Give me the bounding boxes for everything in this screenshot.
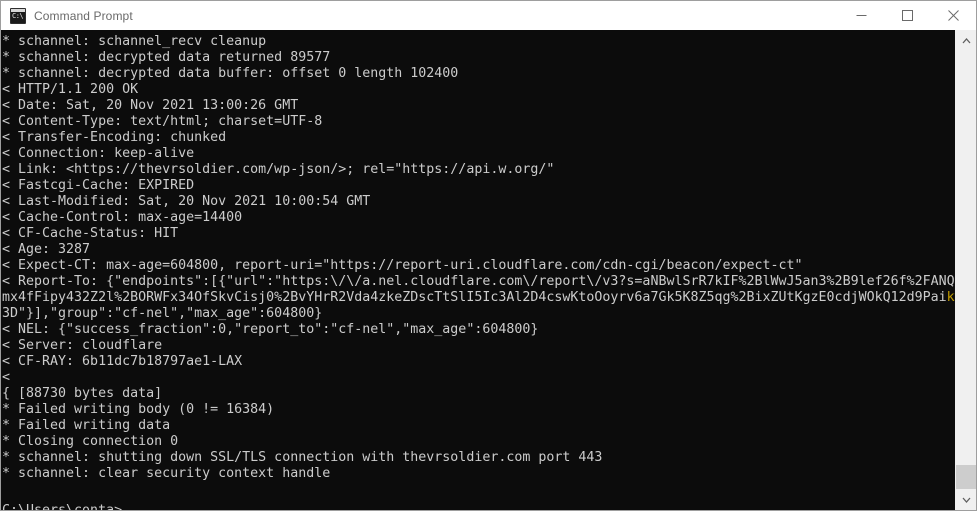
console-output[interactable]: * schannel: schannel_recv cleanup * schan… <box>1 30 955 510</box>
command-prompt-window: C:\ Command Prompt * schannel: schannel_… <box>0 0 977 511</box>
console-line: { [88730 bytes data] <box>2 386 163 401</box>
window-controls <box>838 1 976 30</box>
window-title: Command Prompt <box>34 8 133 23</box>
console-line: < Expect-CT: max-age=604800, report-uri=… <box>2 258 803 273</box>
console-line: < Last-Modified: Sat, 20 Nov 2021 10:00:… <box>2 194 371 209</box>
scrollbar-down-button[interactable] <box>956 489 976 510</box>
console-line: < <box>2 370 11 385</box>
scrollbar-up-button[interactable] <box>956 30 976 51</box>
console-line: * schannel: decrypted data buffer: offse… <box>2 66 459 81</box>
console-line: < Content-Type: text/html; charset=UTF-8 <box>2 114 323 129</box>
console-line: < Date: Sat, 20 Nov 2021 13:00:26 GMT <box>2 98 299 113</box>
console-line: * schannel: shutting down SSL/TLS connec… <box>2 450 603 465</box>
console-line: 3D"}],"group":"cf-nel","max_age":604800} <box>2 306 323 321</box>
console-line: < Report-To: {"endpoints":[{"url":"https… <box>2 274 955 289</box>
console-line: * schannel: schannel_recv cleanup <box>2 34 267 49</box>
console-text-highlight: k% <box>946 290 955 305</box>
console-line: < Cache-Control: max-age=14400 <box>2 210 243 225</box>
chevron-down-icon <box>962 497 970 503</box>
console-line: < Fastcgi-Cache: EXPIRED <box>2 178 195 193</box>
console-line: * schannel: decrypted data returned 8957… <box>2 50 331 65</box>
chevron-up-icon <box>962 37 970 43</box>
console-line: < Transfer-Encoding: chunked <box>2 130 227 145</box>
console-line: * Failed writing data <box>2 418 171 433</box>
console-line: * Closing connection 0 <box>2 434 179 449</box>
scrollbar-track[interactable] <box>956 51 976 489</box>
console-line: * Failed writing body (0 != 16384) <box>2 402 275 417</box>
command-prompt-icon[interactable]: C:\ <box>10 7 26 24</box>
console-line: * schannel: clear security context handl… <box>2 466 331 481</box>
console-line: < Link: <https://thevrsoldier.com/wp-jso… <box>2 162 555 177</box>
close-button[interactable] <box>930 1 976 30</box>
console-prompt[interactable]: C:\Users\conta> <box>2 503 955 510</box>
console-area: * schannel: schannel_recv cleanup * schan… <box>1 30 976 510</box>
console-line: < Server: cloudflare <box>2 338 163 353</box>
scrollbar-thumb[interactable] <box>956 465 976 489</box>
console-line: < HTTP/1.1 200 OK <box>2 82 139 97</box>
console-text: mx4fFipy432Z2l%2BORWFx34OfSkvCisj0%2BvYH… <box>2 290 947 305</box>
console-line: < CF-Cache-Status: HIT <box>2 226 179 241</box>
console-line: < Connection: keep-alive <box>2 146 195 161</box>
minimize-icon <box>856 15 866 16</box>
console-line: < Age: 3287 <box>2 242 91 257</box>
icon-prompt-text: C:\ <box>12 11 24 20</box>
maximize-button[interactable] <box>884 1 930 30</box>
vertical-scrollbar[interactable] <box>955 30 976 510</box>
titlebar[interactable]: C:\ Command Prompt <box>1 1 976 30</box>
minimize-button[interactable] <box>838 1 884 30</box>
console-line: < NEL: {"success_fraction":0,"report_to"… <box>2 322 539 337</box>
console-line: mx4fFipy432Z2l%2BORWFx34OfSkvCisj0%2BvYH… <box>2 290 955 306</box>
maximize-icon <box>901 10 913 21</box>
console-line: < CF-RAY: 6b11dc7b18797ae1-LAX <box>2 354 243 369</box>
close-icon <box>947 10 959 21</box>
